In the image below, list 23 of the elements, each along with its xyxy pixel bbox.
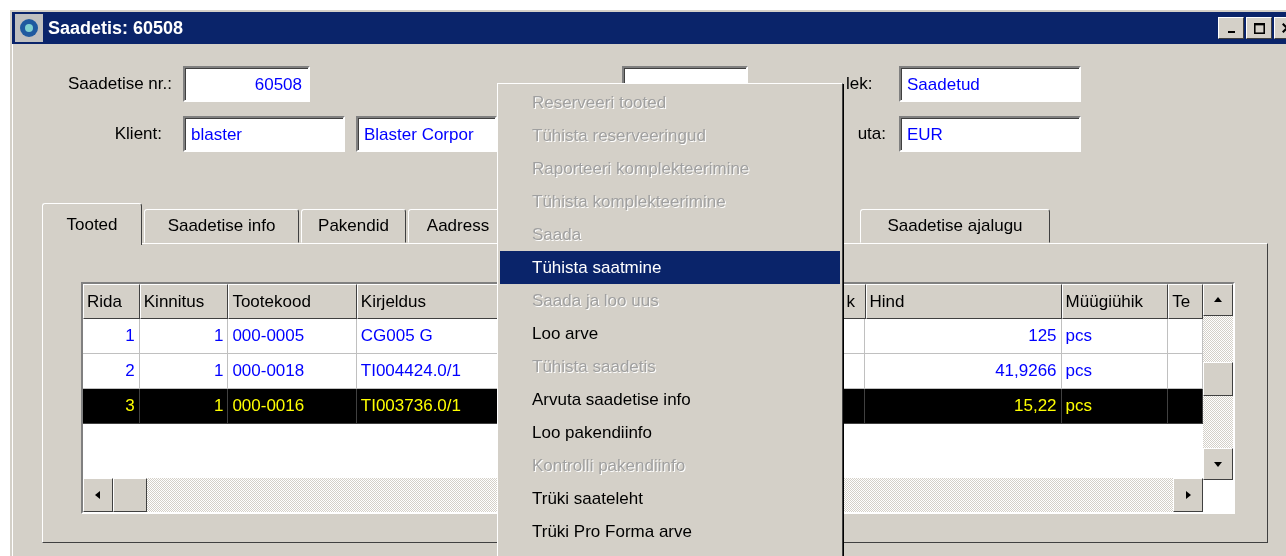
table-cell: pcs bbox=[1065, 326, 1093, 345]
table-cell: 000-0018 bbox=[232, 361, 305, 380]
table-cell: 1 bbox=[125, 326, 135, 345]
table-cell: TI003736.0/1 bbox=[360, 396, 461, 415]
table-cell: 125 bbox=[1028, 326, 1057, 345]
table-cell: 3 bbox=[125, 396, 135, 415]
table-cell: 2 bbox=[125, 361, 135, 380]
table-cell: 1 bbox=[213, 326, 224, 345]
table-cell: 1 bbox=[213, 361, 224, 380]
field-label: uta: bbox=[857, 124, 886, 144]
table-cell: pcs bbox=[1065, 396, 1093, 415]
field-label: Saadetise nr.: bbox=[68, 74, 172, 94]
table-cell: 000-0005 bbox=[232, 326, 305, 345]
window-title: Saadetis: 60508 bbox=[48, 17, 185, 39]
table-cell: CG005 G bbox=[360, 326, 433, 345]
table-cell: pcs bbox=[1065, 361, 1093, 380]
table-cell: 15,22 bbox=[1014, 396, 1057, 415]
table-cell: 41,9266 bbox=[995, 361, 1057, 380]
table-cell: 1 bbox=[213, 396, 224, 415]
field-label: lek: bbox=[846, 74, 873, 94]
field-label: Klient: bbox=[114, 124, 162, 144]
table-cell: TI004424.0/1 bbox=[360, 361, 461, 380]
table-cell: 000-0016 bbox=[232, 396, 305, 415]
